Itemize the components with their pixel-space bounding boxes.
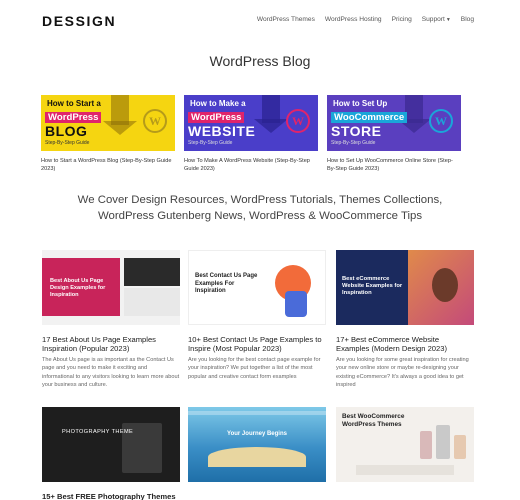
featured-thumbnail[interactable]: How to Make a WordPress WEBSITE Step-By-… (184, 95, 318, 151)
article-card[interactable]: Best Contact Us Page Examples For Inspir… (188, 250, 326, 381)
nav-wordpress-hosting[interactable]: WordPress Hosting (325, 16, 382, 23)
chevron-down-icon: ▼ (445, 17, 451, 23)
product-shelf-graphic (356, 465, 454, 475)
featured-line4: Step-By-Step Guide (45, 140, 90, 146)
article-thumbnail[interactable]: Your Journey Begins (188, 407, 326, 482)
woocommerce-logo-icon: W (429, 109, 453, 133)
arrow-head-graphic (254, 119, 288, 133)
thumbnail-panel (124, 258, 180, 286)
featured-line1: How to Set Up (333, 99, 388, 108)
article-excerpt: The About Us page is as important as the… (42, 356, 180, 389)
article-card[interactable]: Best About Us Page Design Examples for I… (42, 250, 180, 389)
article-thumbnail[interactable]: Best Contact Us Page Examples For Inspir… (188, 250, 326, 325)
arrow-head-graphic (103, 121, 137, 135)
featured-caption[interactable]: How to Start a WordPress Blog (Step-By-S… (41, 157, 175, 173)
nav-bar-graphic (188, 411, 326, 415)
site-header: DESSIGN WordPress Themes WordPress Hosti… (0, 0, 520, 42)
thumbnail-title: PHOTOGRAPHY THEME (62, 429, 134, 435)
thumbnail-panel (124, 288, 180, 316)
nav-pricing[interactable]: Pricing (392, 16, 412, 23)
person-graphic (432, 268, 458, 302)
nav-wordpress-themes[interactable]: WordPress Themes (257, 16, 315, 23)
nav-blog[interactable]: Blog (461, 16, 474, 23)
thumbnail-title: Your Journey Begins (227, 431, 287, 437)
article-card[interactable]: Best WooCommerce WordPress Themes (336, 407, 474, 492)
nav-support[interactable]: Support▼ (422, 16, 451, 23)
thumbnail-title: Best Contact Us Page Examples For Inspir… (195, 273, 258, 294)
article-thumbnail[interactable]: Best About Us Page Design Examples for I… (42, 250, 180, 325)
featured-line3: BLOG (45, 123, 88, 139)
article-title[interactable]: 17 Best About Us Page Examples Inspirati… (42, 335, 180, 354)
article-thumbnail[interactable]: PHOTOGRAPHY THEME (42, 407, 180, 482)
illustration-shape (285, 291, 307, 317)
featured-posts: How to Start a WordPress BLOG Step-By-St… (41, 95, 461, 175)
article-excerpt: Are you looking for some great inspirati… (336, 356, 469, 389)
wordpress-logo-icon: W (286, 109, 310, 133)
thumbnail-title: Best WooCommerce WordPress Themes (342, 413, 405, 428)
main-nav: WordPress Themes WordPress Hosting Prici… (257, 16, 474, 23)
featured-caption[interactable]: How To Make A WordPress Website (Step-By… (184, 157, 318, 173)
product-graphic (420, 431, 432, 459)
beach-graphic (208, 447, 306, 467)
article-card[interactable]: PHOTOGRAPHY THEME 15+ Best FREE Photogra… (42, 407, 180, 500)
article-thumbnail[interactable]: Best eCommerce Website Examples for Insp… (336, 250, 474, 325)
article-excerpt: Are you looking for the best contact pag… (188, 356, 321, 380)
article-card[interactable]: Your Journey Begins (188, 407, 326, 492)
featured-line4: Step-By-Step Guide (188, 140, 233, 146)
article-title[interactable]: 17+ Best eCommerce Website Examples (Mod… (336, 335, 474, 354)
site-logo[interactable]: DESSIGN (42, 13, 116, 29)
featured-line2: WooCommerce (331, 112, 408, 123)
product-graphic (436, 425, 450, 459)
page-title: WordPress Blog (209, 53, 311, 69)
featured-line2: WordPress (188, 112, 245, 123)
featured-line1: How to Start a (47, 99, 101, 108)
thumbnail-title: Best About Us Page Design Examples for I… (50, 278, 106, 298)
nav-support-label: Support (421, 16, 445, 23)
featured-line1: How to Make a (190, 99, 246, 108)
featured-thumbnail[interactable]: How to Start a WordPress BLOG Step-By-St… (41, 95, 175, 151)
blog-tagline: We Cover Design Resources, WordPress Tut… (77, 194, 443, 222)
featured-line3: WEBSITE (188, 123, 256, 139)
article-thumbnail[interactable]: Best WooCommerce WordPress Themes (336, 407, 474, 482)
article-card[interactable]: Best eCommerce Website Examples for Insp… (336, 250, 474, 389)
article-title[interactable]: 10+ Best Contact Us Page Examples to Ins… (188, 335, 326, 354)
featured-line4: Step-By-Step Guide (331, 140, 376, 146)
featured-card[interactable]: How to Set Up WooCommerce STORE Step-By-… (327, 95, 461, 173)
article-title[interactable]: 15+ Best FREE Photography Themes (42, 492, 180, 500)
featured-caption[interactable]: How to Set Up WooCommerce Online Store (… (327, 157, 461, 173)
product-graphic (454, 435, 466, 459)
wordpress-logo-icon: W (143, 109, 167, 133)
thumbnail-title: Best eCommerce Website Examples for Insp… (342, 276, 403, 296)
featured-line2: WordPress (45, 112, 102, 123)
featured-card[interactable]: How to Make a WordPress WEBSITE Step-By-… (184, 95, 318, 173)
featured-line3: STORE (331, 123, 382, 139)
featured-thumbnail[interactable]: How to Set Up WooCommerce STORE Step-By-… (327, 95, 461, 151)
featured-card[interactable]: How to Start a WordPress BLOG Step-By-St… (41, 95, 175, 173)
